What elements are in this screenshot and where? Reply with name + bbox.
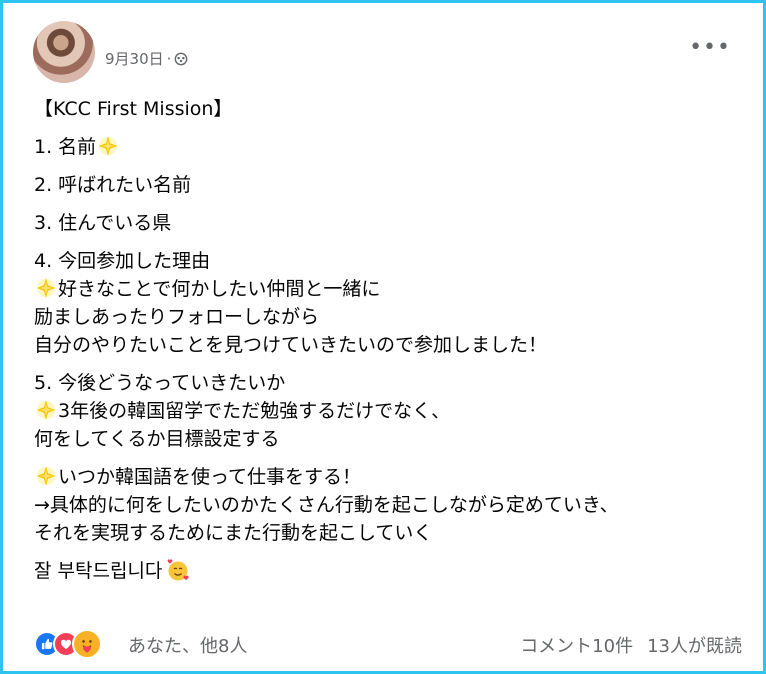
post-text-line: それを実現するためにまた行動を起こしていく [34,519,744,547]
post-text: 何をしてくるか目標設定する [34,428,280,450]
reactors-text[interactable]: あなた、他8人 [128,632,247,658]
post-text: 好きなことで何かしたい仲間と一緒に [58,278,381,300]
post-text: →具体的に何をしたいのかたくさん行動を起こしながら定めていき、 [34,494,619,516]
engagement-counts: コメント10件 13人が既読 [520,632,742,658]
post-text-line: 何をしてくるか目標設定する [34,425,744,453]
post-text: 1. 名前 [34,136,97,158]
avatar[interactable] [33,21,95,83]
post-text: 2. 呼ばれたい名前 [34,174,192,196]
post-text-line: 【KCC First Mission】 [34,95,744,123]
group-icon[interactable] [174,52,188,66]
post-text-line: いつか韓国語を使って仕事をする！ [34,463,744,491]
post-text-line: 1. 名前 [34,133,744,161]
post-date[interactable]: 9月30日 [105,48,164,69]
post-text-line: 自分のやりたいことを見つけていきたいので参加しました！ [34,331,744,359]
post-text: それを実現するためにまた行動を起こしていく [34,522,433,544]
post-text: 自分のやりたいことを見つけていきたいので参加しました！ [34,334,548,356]
reaction-icons[interactable] [34,629,124,659]
post-text-line: 4. 今回参加した理由 [34,247,744,275]
post-text-line: 잘 부탁드립니다 [34,557,744,585]
post-text: 3年後の韓国留学でただ勉強するだけでなく、 [58,400,451,422]
post-text-line: 励ましあったりフォローしながら [34,303,744,331]
post-footer: あなた、他8人 コメント10件 13人が既読 [34,627,744,661]
more-dots-icon[interactable]: ••• [689,35,731,60]
post-text: 4. 今回参加した理由 [34,250,211,272]
post-text-line: 好きなことで何かしたい仲間と一緒に [34,275,744,303]
post-text: いつか韓国語を使って仕事をする！ [58,466,362,488]
post-text: 3. 住んでいる県 [34,212,172,234]
comments-count[interactable]: コメント10件 [520,632,633,658]
smiling-face-with-hearts-icon [168,559,190,581]
post-content: 【KCC First Mission】 1. 名前 2. 呼ばれたい名前 3. 住んで… [34,95,744,585]
post-header: 9月30日 · ••• [31,21,741,85]
sparkle-icon [99,136,118,156]
care-icon [72,629,102,659]
post-text-line: 5. 今後どうなっていきたいか [34,369,744,397]
post-text: 잘 부탁드립니다 [34,560,163,582]
post-text: 【KCC First Mission】 [34,98,233,120]
post-meta: 9月30日 · [105,48,188,69]
sparkle-icon [36,400,56,420]
sparkle-icon [36,278,56,298]
sparkle-icon [36,466,56,486]
post-text: 励ましあったりフォローしながら [34,306,320,328]
meta-separator: · [166,49,172,68]
seen-count[interactable]: 13人が既読 [647,632,742,658]
post-text-line: 2. 呼ばれたい名前 [34,171,744,199]
post-card: 9月30日 · ••• 【KCC First Mission】 1. 名前 2. 呼… [0,0,766,674]
post-text-line: 3. 住んでいる県 [34,209,744,237]
post-text-line: 3年後の韓国留学でただ勉強するだけでなく、 [34,397,744,425]
post-text: 5. 今後どうなっていきたいか [34,372,286,394]
post-text-line: →具体的に何をしたいのかたくさん行動を起こしながら定めていき、 [34,491,744,519]
